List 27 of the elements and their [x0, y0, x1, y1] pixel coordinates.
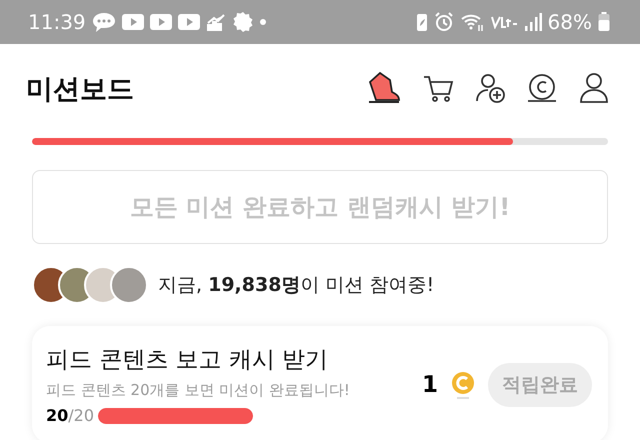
- signal-icon: [524, 12, 542, 32]
- dot-icon: [260, 19, 266, 25]
- mission-title: 피드 콘텐츠 보고 캐시 받기: [46, 346, 330, 375]
- chat-bubble-icon: [92, 11, 116, 33]
- person-plus-icon: [474, 72, 506, 104]
- progress-total: /20: [68, 406, 94, 425]
- battery-percent: 68%: [548, 10, 592, 34]
- participants-text: 지금, 19,838명이 미션 참여중!: [158, 273, 434, 298]
- progress-count: 20: [46, 406, 68, 425]
- chart-up-icon: [206, 13, 226, 31]
- alarm-icon: [434, 12, 454, 32]
- mission-description: 피드 콘텐츠 20개를 보면 미션이 완료됩니다!: [46, 381, 351, 400]
- play-button-icon: [178, 14, 200, 30]
- play-button-icon: [122, 14, 144, 30]
- volte-icon: [490, 15, 518, 29]
- shoe-icon: [366, 70, 402, 106]
- coin-icon: [526, 72, 558, 104]
- coin-icon: [450, 370, 476, 398]
- page-title: 미션보드: [26, 73, 135, 107]
- clock-time: 11:39: [28, 10, 86, 34]
- battery-saver-icon: [416, 12, 428, 32]
- badge-icon: [232, 11, 254, 33]
- person-icon: [578, 72, 610, 104]
- play-button-icon: [150, 14, 172, 30]
- battery-icon: [598, 12, 610, 32]
- reward-amount: 1: [422, 372, 438, 398]
- wifi-icon: [460, 12, 484, 32]
